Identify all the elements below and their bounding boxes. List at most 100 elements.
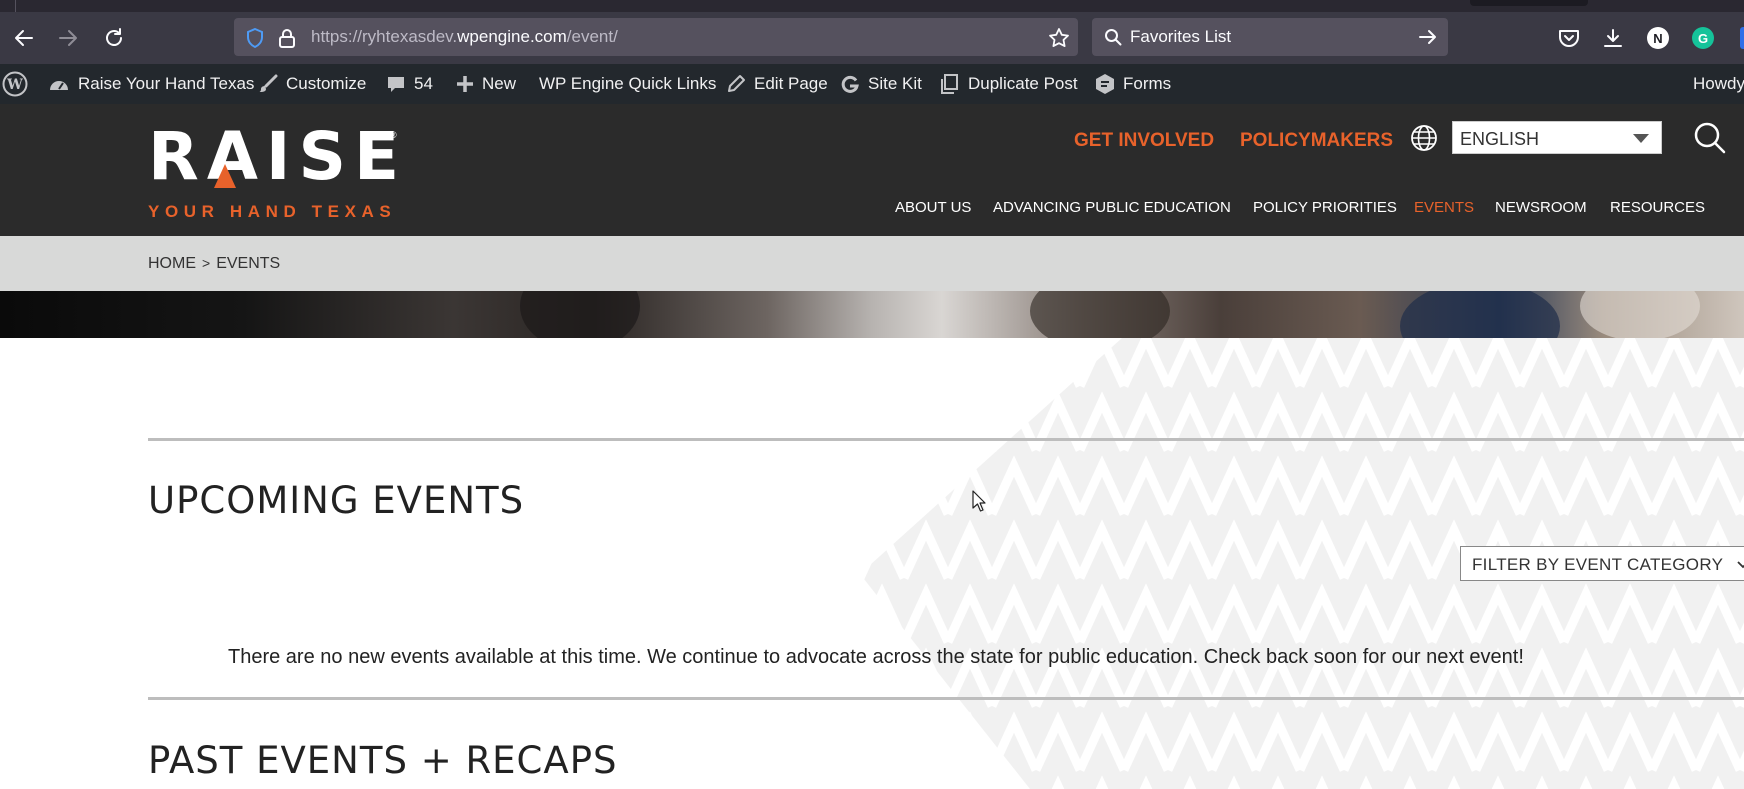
upcoming-events-heading: UPCOMING EVENTS: [148, 479, 525, 522]
breadcrumb: HOME > EVENTS: [148, 255, 280, 273]
section-divider: [148, 697, 1744, 700]
nav-about-us[interactable]: ABOUT US: [895, 199, 971, 216]
site-search-button[interactable]: [1693, 121, 1727, 155]
forms-link[interactable]: Forms: [1095, 64, 1171, 104]
main-content: UPCOMING EVENTS FILTER BY EVENT CATEGORY…: [0, 338, 1744, 789]
search-icon: [1694, 122, 1726, 154]
no-events-message: There are no new events available at thi…: [228, 646, 1524, 668]
customize-label: Customize: [286, 74, 367, 93]
comment-icon: [388, 77, 404, 92]
site-logo[interactable]: RAISE ® YOUR HAND TEXAS: [148, 118, 408, 222]
get-involved-link[interactable]: GET INVOLVED: [1074, 130, 1214, 152]
duplicate-post-link[interactable]: Duplicate Post: [938, 64, 1078, 104]
forms-icon: [1096, 74, 1114, 94]
customize-link[interactable]: Customize: [258, 64, 366, 104]
avatar-n: N: [1647, 27, 1669, 49]
past-events-heading: PAST EVENTS + RECAPS: [148, 739, 618, 782]
breadcrumb-current: EVENTS: [216, 255, 281, 272]
reload-button[interactable]: [100, 24, 128, 52]
policymakers-link[interactable]: POLICYMAKERS: [1240, 130, 1393, 152]
language-value: ENGLISH: [1460, 129, 1540, 149]
wp-logo-button[interactable]: W: [2, 64, 28, 104]
nav-events[interactable]: EVENTS: [1414, 199, 1474, 216]
duplicate-post-label: Duplicate Post: [968, 74, 1078, 93]
shield-icon[interactable]: [246, 28, 264, 48]
account-button[interactable]: N: [1645, 25, 1671, 51]
chevron-down-icon: [1737, 561, 1744, 569]
edit-page-label: Edit Page: [754, 74, 828, 93]
reload-icon: [106, 28, 122, 46]
pocket-button[interactable]: [1556, 25, 1582, 51]
lock-icon[interactable]: [278, 28, 296, 48]
site-name-label: Raise Your Hand Texas: [78, 74, 255, 93]
bookmark-star-icon[interactable]: [1048, 27, 1070, 49]
hero-shape: [1400, 291, 1560, 338]
download-icon: [1604, 29, 1622, 47]
pocket-icon: [1559, 30, 1579, 47]
go-arrow-icon[interactable]: [1418, 28, 1438, 46]
duplicate-icon: [941, 74, 958, 94]
forward-button[interactable]: [54, 24, 82, 52]
search-text[interactable]: Favorites List: [1130, 27, 1231, 47]
back-arrow-icon: [15, 30, 33, 46]
language-select[interactable]: ENGLISH: [1452, 121, 1662, 154]
browser-tab-strip: [0, 0, 1744, 12]
nav-policy-priorities[interactable]: POLICY PRIORITIES: [1253, 199, 1397, 216]
svg-text:W: W: [6, 77, 23, 93]
google-g-icon: [841, 75, 859, 93]
wp-engine-quick-links[interactable]: WP Engine Quick Links: [539, 64, 716, 104]
howdy-account-link[interactable]: Howdy: [1693, 64, 1744, 104]
forms-label: Forms: [1123, 74, 1172, 93]
chevron-down-icon: [1633, 134, 1649, 143]
wp-admin-bar: W Raise Your Hand Texas Customize 54 New…: [0, 64, 1744, 104]
edit-page-link[interactable]: Edit Page: [726, 64, 828, 104]
plus-icon: [457, 76, 473, 92]
howdy-label: Howdy: [1693, 74, 1744, 93]
tab-fragment[interactable]: [1470, 0, 1588, 6]
downloads-button[interactable]: [1600, 25, 1626, 51]
mouse-cursor-icon: [972, 490, 986, 512]
hero-image: [0, 291, 1744, 338]
paintbrush-icon: [259, 74, 278, 92]
address-bar[interactable]: https://ryhtexasdev.wpengine.com/event/: [234, 18, 1078, 56]
new-label: New: [482, 74, 517, 93]
grammarly-icon: G: [1692, 27, 1714, 49]
dashboard-icon: [50, 81, 68, 90]
logo-wordmark: RAISE: [148, 118, 408, 195]
grammarly-button[interactable]: G: [1690, 25, 1716, 51]
site-name-link[interactable]: Raise Your Hand Texas: [48, 64, 254, 104]
wordpress-icon: W: [2, 71, 28, 97]
site-header: RAISE ® YOUR HAND TEXAS GET INVOLVED POL…: [0, 104, 1744, 236]
site-kit-label: Site Kit: [868, 74, 922, 93]
logo-registered-mark: ®: [390, 130, 397, 140]
url-text[interactable]: https://ryhtexasdev.wpengine.com/event/: [311, 27, 618, 47]
hero-shape: [520, 291, 640, 338]
comments-count: 54: [414, 74, 433, 93]
globe-icon[interactable]: [1410, 124, 1438, 152]
section-divider: [148, 438, 1744, 441]
nav-advancing-public-education[interactable]: ADVANCING PUBLIC EDUCATION: [993, 199, 1231, 216]
nav-newsroom[interactable]: NEWSROOM: [1495, 199, 1587, 216]
browser-search-bar[interactable]: Favorites List: [1092, 18, 1448, 56]
search-icon: [1104, 28, 1122, 46]
breadcrumb-home[interactable]: HOME: [148, 255, 196, 272]
logo-triangle-icon: [214, 164, 236, 188]
nav-resources[interactable]: RESOURCES: [1610, 199, 1705, 216]
hero-shape: [1580, 291, 1700, 338]
browser-toolbar: https://ryhtexasdev.wpengine.com/event/ …: [0, 12, 1744, 64]
site-kit-link[interactable]: Site Kit: [840, 64, 922, 104]
new-content-link[interactable]: New: [456, 64, 516, 104]
filter-label: FILTER BY EVENT CATEGORY: [1472, 555, 1724, 574]
breadcrumb-bar: HOME > EVENTS: [0, 236, 1744, 291]
quick-links-label: WP Engine Quick Links: [539, 74, 717, 93]
extension-button[interactable]: [1734, 25, 1744, 51]
extension-icon: [1740, 27, 1744, 49]
logo-tagline: YOUR HAND TEXAS: [148, 202, 397, 221]
comments-link[interactable]: 54: [386, 64, 433, 104]
back-button[interactable]: [10, 24, 38, 52]
tab-edge[interactable]: [0, 0, 16, 12]
breadcrumb-separator: >: [202, 255, 211, 271]
pencil-icon: [728, 75, 745, 92]
event-category-filter[interactable]: FILTER BY EVENT CATEGORY: [1460, 546, 1744, 581]
forward-arrow-icon: [59, 30, 77, 46]
